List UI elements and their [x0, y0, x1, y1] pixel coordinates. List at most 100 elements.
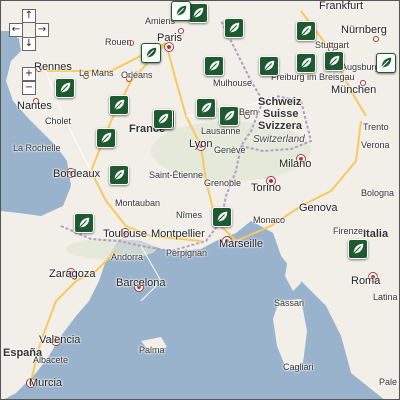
leaf-marker[interactable] — [324, 51, 344, 71]
city-label-nurnberg: Nürnberg — [341, 24, 387, 36]
city-label-bordeaux: Bordeaux — [53, 168, 101, 180]
leaf-icon — [209, 60, 220, 71]
city-label-geneve: Genève — [214, 145, 246, 155]
city-label-frankfurt: Frankfurt — [319, 0, 364, 12]
city-label-lausanne: Lausanne — [201, 126, 241, 136]
leaf-marker[interactable] — [204, 56, 224, 76]
country-label-schweiz: Schweiz — [258, 96, 302, 108]
city-label-palma: Palma — [139, 345, 165, 355]
leaf-icon — [60, 82, 71, 93]
leaf-icon — [201, 102, 212, 113]
leaf-marker[interactable] — [171, 1, 191, 21]
leaf-marker[interactable] — [55, 78, 75, 98]
leaf-marker[interactable] — [219, 106, 239, 126]
city-label-nimes: Nîmes — [176, 210, 203, 220]
leaf-marker[interactable] — [296, 21, 316, 41]
leaf-marker[interactable] — [74, 213, 94, 233]
leaf-marker[interactable] — [196, 98, 216, 118]
leaf-marker[interactable] — [109, 165, 129, 185]
pan-right-button[interactable]: → — [35, 23, 49, 37]
leaf-marker[interactable] — [141, 43, 161, 63]
leaf-marker[interactable] — [259, 56, 279, 76]
city-label-verona: Verona — [361, 140, 390, 150]
city-label-sassari: Sassari — [274, 298, 305, 308]
city-label-marseille: Marseille — [219, 238, 264, 250]
city-label-bern: Bern — [239, 107, 259, 117]
city-label-torino: Torino — [251, 182, 281, 194]
city-label-toulouse: Toulouse — [103, 228, 148, 240]
city-label-roma: Roma — [351, 275, 381, 287]
leaf-icon — [301, 25, 312, 36]
leaf-icon — [79, 217, 90, 228]
leaf-marker[interactable] — [348, 239, 368, 259]
leaf-marker[interactable] — [109, 95, 129, 115]
leaf-marker[interactable] — [296, 53, 316, 73]
leaf-marker[interactable] — [224, 18, 244, 38]
city-label-saint-etienne: Saint-Étienne — [149, 170, 204, 180]
city-label-montauban: Montauban — [115, 198, 161, 208]
leaf-marker[interactable] — [96, 128, 116, 148]
country-label-svizzera: Svizzera — [258, 120, 303, 132]
city-label-murcia: Murcia — [29, 377, 63, 389]
city-label-stuttgart: Stuttgart — [315, 40, 350, 50]
city-label-monaco: Monaco — [253, 215, 286, 225]
city-label-bologna: Bologna — [361, 188, 395, 198]
city-label-milano: Milano — [279, 158, 312, 170]
map-view[interactable]: France Schweiz Suisse Svizzera Switzerla… — [0, 0, 400, 400]
country-label-switzerland: Switzerland — [253, 134, 305, 145]
city-label-montpellier: Montpellier — [151, 228, 205, 240]
city-label-firenze: Firenze — [333, 226, 364, 236]
leaf-icon — [229, 22, 240, 33]
leaf-icon — [176, 5, 187, 16]
leaf-icon — [114, 99, 125, 110]
leaf-icon — [114, 169, 125, 180]
leaf-icon — [381, 57, 392, 68]
city-label-mulhouse: Mulhouse — [213, 78, 253, 88]
city-label-le-mans: Le Mans — [79, 68, 114, 78]
city-label-la-rochelle: La Rochelle — [13, 143, 61, 153]
leaf-icon — [301, 57, 312, 68]
city-label-augsburg: Augsburg — [341, 62, 380, 72]
city-label-trento: Trento — [363, 122, 389, 132]
leaf-icon — [101, 132, 112, 143]
leaf-marker[interactable] — [153, 109, 173, 129]
city-label-perpignan: Perpignan — [166, 248, 208, 258]
city-label-rouen: Rouen — [105, 37, 132, 47]
pan-up-button[interactable]: ↑ — [22, 9, 36, 23]
city-label-munchen: München — [331, 84, 377, 96]
city-label-cholet: Cholet — [45, 116, 72, 126]
country-label-suisse: Suisse — [263, 108, 299, 120]
leaf-icon — [146, 47, 157, 58]
city-label-rennes: Rennes — [34, 61, 72, 73]
city-label-albacete: Albacete — [33, 355, 69, 365]
leaf-icon — [329, 55, 340, 66]
city-label-latina: Latina — [373, 292, 398, 302]
city-dot-paris — [165, 43, 173, 51]
city-label-paris: Paris — [157, 32, 183, 44]
city-label-zaragoza: Zaragoza — [49, 268, 96, 280]
city-label-andorra: Andorra — [111, 252, 144, 262]
city-dot-nurnberg — [373, 36, 379, 42]
leaf-icon — [158, 113, 169, 124]
city-label-barcelona: Barcelona — [116, 277, 166, 289]
city-label-pale: Pale — [379, 377, 398, 387]
city-label-nantes: Nantes — [17, 100, 52, 112]
zoom-in-button[interactable]: + — [22, 67, 36, 81]
leaf-marker[interactable] — [212, 207, 232, 227]
pan-left-button[interactable]: ← — [9, 23, 23, 37]
leaf-icon — [264, 60, 275, 71]
city-label-orleans: Orléans — [121, 70, 153, 80]
city-label-genova: Genova — [299, 202, 338, 214]
pan-down-button[interactable]: ↓ — [22, 37, 36, 51]
city-label-valencia: Valencia — [39, 334, 81, 346]
leaf-marker[interactable] — [376, 53, 396, 73]
city-label-freiburg: Freiburg im Breisgau — [271, 72, 355, 82]
country-label-italia: Italia — [363, 228, 389, 240]
leaf-icon — [217, 211, 228, 222]
leaf-icon — [193, 7, 204, 18]
zoom-out-button[interactable]: − — [22, 81, 36, 95]
leaf-icon — [224, 110, 235, 121]
leaf-icon — [353, 243, 364, 254]
leaf-marker[interactable] — [188, 3, 208, 23]
city-label-grenoble: Grenoble — [204, 178, 242, 188]
